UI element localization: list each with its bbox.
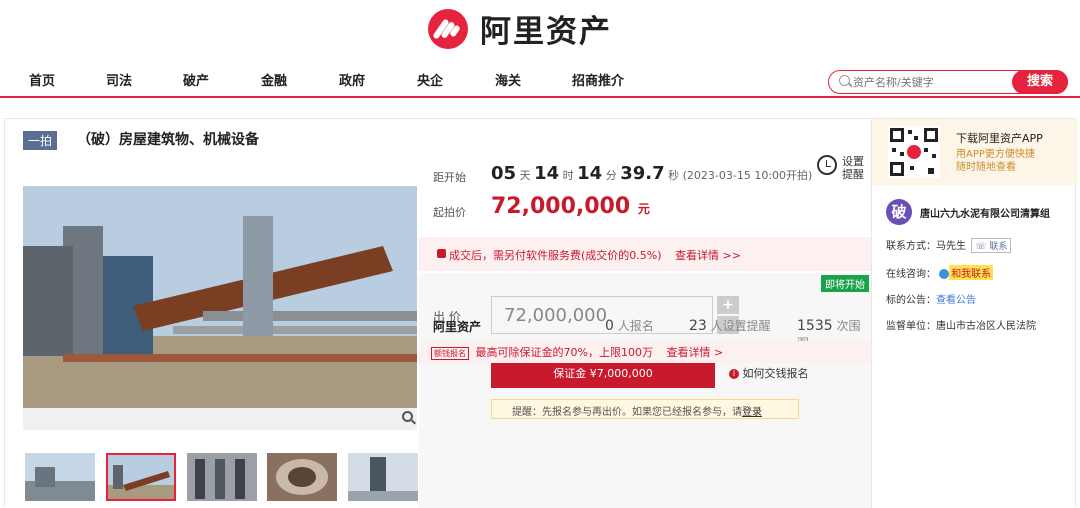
court-row: 监督单位：唐山市古冶区人民法院 bbox=[886, 317, 1036, 332]
app-download-title: 下载阿里资产APP bbox=[956, 132, 1043, 145]
signup-count-stat: 0 人报名 bbox=[605, 317, 654, 334]
contact-label: 联系方式： bbox=[886, 241, 936, 252]
brand-name: 阿里资产 bbox=[480, 14, 612, 50]
search-button[interactable]: 搜索 bbox=[1012, 70, 1068, 94]
info-icon: i bbox=[729, 369, 739, 379]
contact-button[interactable]: ☏ 联系 bbox=[971, 238, 1012, 253]
notice-label: 标的公告： bbox=[886, 295, 936, 306]
seller-name[interactable]: 唐山六九水泥有限公司清算组 bbox=[920, 205, 1050, 220]
bid-box: 即将开始 出 价 + - (您未登录) 立即报名 保证金 ¥7,000,000 … bbox=[419, 273, 871, 508]
countdown-timer: 05 天 14 时 14 分 39.7 秒 (2023-03-15 10:00开… bbox=[491, 163, 812, 184]
nav-item-soe[interactable]: 央企 bbox=[417, 70, 443, 89]
zoom-icon[interactable] bbox=[402, 411, 413, 422]
court-name: 唐山市古冶区人民法院 bbox=[936, 321, 1036, 332]
login-tip-text: 提醒：先报名参与再出价。如果您已经报名参与，请 bbox=[512, 407, 742, 418]
app-download-subtitle: 用APP更方便快捷 随时随地查看 bbox=[956, 148, 1035, 174]
notice-row: 标的公告：查看公告 bbox=[886, 291, 976, 306]
app-line-2: 随时随地查看 bbox=[956, 162, 1016, 173]
qr-code-icon bbox=[888, 126, 940, 178]
login-tip: 提醒：先报名参与再出价。如果您已经报名参与，请登录 bbox=[491, 399, 799, 419]
chat-label: 在线咨询： bbox=[886, 269, 936, 280]
view-notice-link[interactable]: 查看公告 bbox=[936, 295, 976, 306]
nav-item-customs[interactable]: 海关 bbox=[495, 70, 521, 89]
status-badge: 即将开始 bbox=[821, 275, 869, 292]
brand-logo-icon bbox=[428, 8, 468, 49]
nav-item-finance[interactable]: 金融 bbox=[261, 70, 287, 89]
set-reminder-button[interactable]: 设置提醒 bbox=[842, 155, 866, 181]
service-fee-notice: 成交后，需另付软件服务费(成交价的0.5%) 查看详情 >> bbox=[419, 237, 871, 271]
countdown-minutes: 14 bbox=[577, 163, 603, 184]
countdown-hours: 14 bbox=[534, 163, 560, 184]
seconds-unit: 秒 bbox=[668, 169, 680, 182]
how-to-pay-link[interactable]: i 如何交钱报名 bbox=[729, 365, 809, 381]
minutes-unit: 分 bbox=[605, 169, 617, 182]
start-price-unit: 元 bbox=[637, 202, 650, 216]
phone-icon: ☏ bbox=[975, 242, 987, 252]
seller-sidebar: 下载阿里资产APP 用APP更方便快捷 随时随地查看 破 唐山六九水泥有限公司清… bbox=[871, 119, 1078, 508]
deposit-label: 保证金 ¥7,000,000 bbox=[553, 367, 653, 380]
countdown-seconds: 39.7 bbox=[620, 163, 665, 184]
signup-count: 0 bbox=[605, 318, 614, 334]
signup-count-label: 人报名 bbox=[617, 319, 654, 333]
start-time-note: (2023-03-15 10:00开拍) bbox=[682, 169, 813, 182]
thumbnail-strip bbox=[23, 453, 418, 503]
contact-name: 马先生 bbox=[936, 241, 966, 252]
search-icon bbox=[839, 75, 850, 86]
auction-round-tag: 一拍 bbox=[23, 131, 58, 150]
pledge-tag: 额钱报名 bbox=[431, 347, 469, 360]
pledge-banner: 额钱报名 最高可除保证金的70%，上限100万 查看详情 > bbox=[419, 341, 871, 363]
pledge-details-link[interactable]: 查看详情 > bbox=[666, 346, 723, 359]
increase-bid-button[interactable]: + bbox=[717, 296, 739, 314]
listing-title: （破）房屋建筑物、机械设备 bbox=[77, 132, 259, 148]
contact-button-label: 联系 bbox=[989, 242, 1008, 252]
start-price-value: 72,000,000 bbox=[491, 194, 631, 219]
gift-icon bbox=[437, 249, 446, 258]
listing-panel: 一拍 （破）房屋建筑物、机械设备 距开始 05 天 14 时 14 分 39.7… bbox=[4, 118, 1078, 508]
search-bar: 搜索 bbox=[828, 70, 1068, 94]
chat-row: 在线咨询： 和我联系 bbox=[886, 265, 994, 280]
login-link[interactable]: 登录 bbox=[742, 407, 762, 418]
nav-item-investment[interactable]: 招商推介 bbox=[572, 70, 624, 89]
reminder-count-stat: 23 人设置提醒 bbox=[689, 317, 771, 334]
pledge-text: 最高可除保证金的70%，上限100万 bbox=[475, 346, 653, 359]
nav-item-bankruptcy[interactable]: 破产 bbox=[183, 70, 209, 89]
zoom-bar bbox=[23, 408, 417, 430]
countdown-label: 距开始 bbox=[433, 171, 466, 184]
nav-item-judicial[interactable]: 司法 bbox=[106, 70, 132, 89]
stats-brand: 阿里资产 bbox=[433, 320, 482, 334]
fee-details-link[interactable]: 查看详情 >> bbox=[675, 249, 741, 262]
site-logo[interactable]: 阿里资产 bbox=[428, 6, 612, 51]
start-price: 72,000,000 元 bbox=[491, 194, 650, 219]
thumbnail-active[interactable] bbox=[106, 453, 176, 501]
app-download-banner[interactable]: 下载阿里资产APP 用APP更方便快捷 随时随地查看 bbox=[872, 119, 1078, 185]
contact-row: 联系方式：马先生 ☏ 联系 bbox=[886, 237, 1012, 253]
hours-unit: 时 bbox=[562, 169, 574, 182]
thumbnail[interactable] bbox=[25, 453, 95, 501]
thumbnail[interactable] bbox=[267, 453, 337, 501]
start-price-label: 起拍价 bbox=[433, 206, 466, 219]
main-photo[interactable] bbox=[23, 186, 417, 408]
bid-section: 距开始 05 天 14 时 14 分 39.7 秒 (2023-03-15 10… bbox=[419, 149, 871, 508]
alarm-clock-icon[interactable] bbox=[817, 155, 837, 175]
stats-bar: 阿里资产 0 人报名 23 人设置提醒 1535 次围观 bbox=[419, 313, 871, 350]
countdown-days: 05 bbox=[491, 163, 517, 184]
chat-icon bbox=[939, 269, 950, 279]
court-label: 监督单位： bbox=[886, 321, 936, 332]
how-to-pay-label: 如何交钱报名 bbox=[742, 367, 809, 380]
reminder-count: 23 bbox=[689, 318, 707, 334]
search-input[interactable] bbox=[853, 73, 1003, 91]
site-header: 阿里资产 bbox=[0, 0, 1080, 60]
bankruptcy-badge: 破 bbox=[886, 199, 912, 225]
thumbnail[interactable] bbox=[187, 453, 257, 501]
service-fee-text: 成交后，需另付软件服务费(成交价的0.5%) bbox=[449, 249, 662, 262]
reminder-count-label: 人设置提醒 bbox=[710, 319, 771, 333]
nav-item-government[interactable]: 政府 bbox=[339, 70, 365, 89]
thumbnail[interactable] bbox=[348, 453, 418, 501]
watcher-count: 1535 bbox=[797, 318, 833, 334]
nav-item-home[interactable]: 首页 bbox=[29, 70, 55, 89]
days-unit: 天 bbox=[519, 169, 531, 182]
chat-button[interactable]: 和我联系 bbox=[949, 265, 994, 280]
app-line-1: 用APP更方便快捷 bbox=[956, 149, 1035, 160]
